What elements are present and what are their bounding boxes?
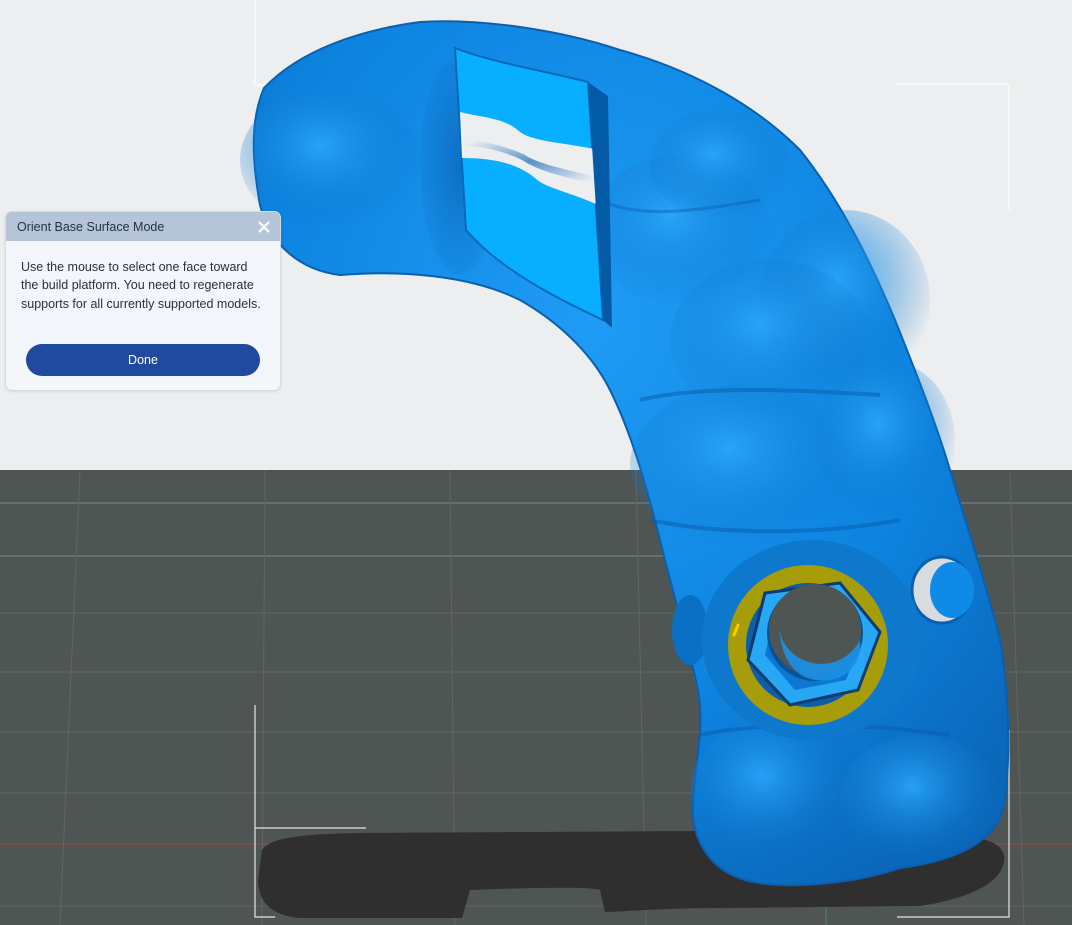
orient-base-surface-dialog: Orient Base Surface Mode Use the mouse t…: [5, 211, 281, 391]
dialog-header: Orient Base Surface Mode: [6, 212, 280, 241]
3d-viewport[interactable]: [0, 0, 1072, 925]
dialog-message: Use the mouse to select one face toward …: [21, 260, 261, 311]
close-button[interactable]: [256, 219, 272, 235]
close-icon: [258, 221, 270, 232]
done-button[interactable]: Done: [26, 344, 260, 376]
dialog-title: Orient Base Surface Mode: [17, 219, 165, 234]
